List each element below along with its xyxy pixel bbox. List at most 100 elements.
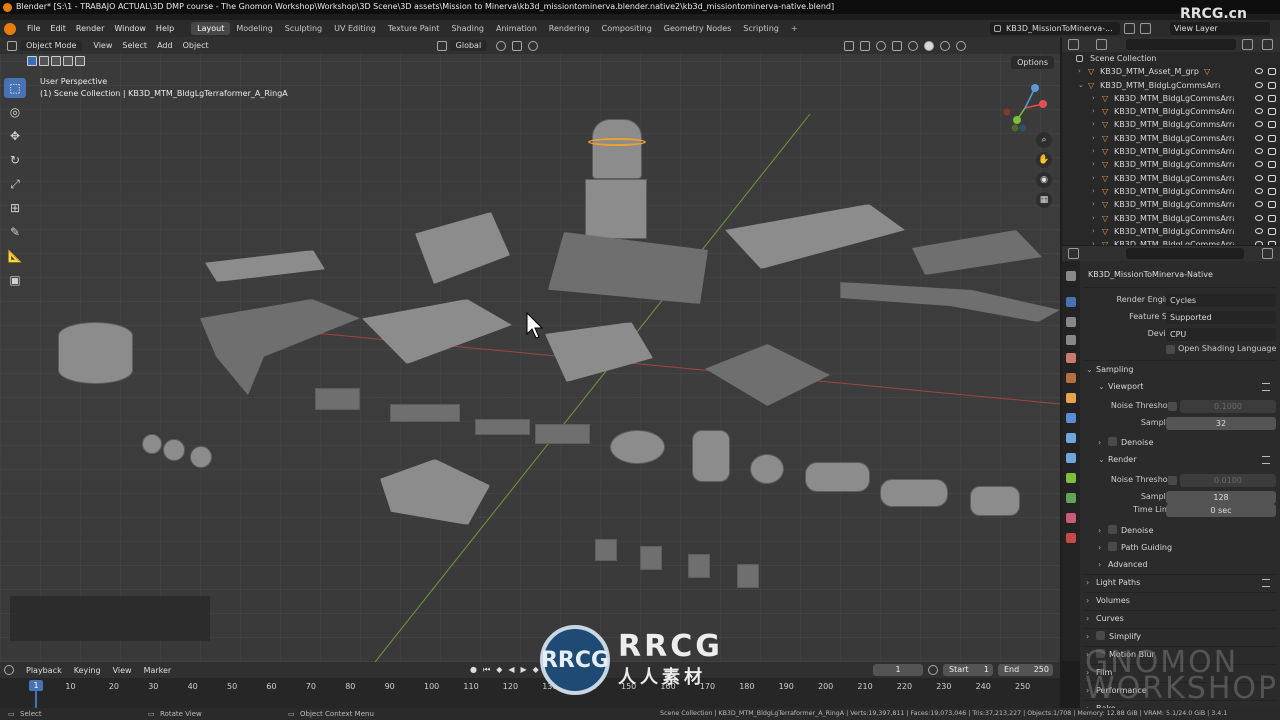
data-tab-icon[interactable] xyxy=(1066,493,1076,503)
panel-light-paths[interactable]: › Light Paths xyxy=(1086,575,1276,591)
crate-1[interactable] xyxy=(595,539,617,561)
device-dropdown[interactable]: CPU xyxy=(1166,327,1276,341)
visibility-eye-icon[interactable] xyxy=(1255,174,1263,181)
outliner-item[interactable]: ›▽ KB3D_MTM_BldgLgCommsArray_A xyxy=(1062,198,1280,211)
new-collection-icon[interactable] xyxy=(1262,39,1273,50)
camera-view-icon[interactable]: ◉ xyxy=(1036,172,1052,188)
visibility-eye-icon[interactable] xyxy=(1255,227,1263,234)
render-camera-icon[interactable] xyxy=(1268,241,1276,245)
expand-arrow-icon[interactable]: › xyxy=(1092,118,1099,128)
render-tab-icon[interactable] xyxy=(1066,297,1076,307)
scale-tool[interactable]: ⤢ xyxy=(4,174,26,194)
expand-arrow-icon[interactable]: › xyxy=(1092,238,1099,245)
expand-arrow-icon[interactable]: › xyxy=(1092,198,1099,208)
menu-window[interactable]: Window xyxy=(109,24,151,33)
delete-scene-icon[interactable] xyxy=(1140,23,1151,34)
visibility-eye-icon[interactable] xyxy=(1255,241,1263,245)
preview-range-icon[interactable] xyxy=(928,665,938,675)
outliner-item[interactable]: ›▽ KB3D_MTM_BldgLgCommsArray_A xyxy=(1062,172,1280,185)
panel-simplify[interactable]: › Simplify xyxy=(1086,629,1276,645)
render-camera-icon[interactable] xyxy=(1268,174,1276,182)
render-noise-checkbox[interactable] xyxy=(1168,475,1177,485)
blender-menu-icon[interactable] xyxy=(4,22,16,35)
render-denoise-checkbox[interactable] xyxy=(1108,525,1117,534)
overlays-icon[interactable] xyxy=(876,40,887,51)
play-icon[interactable]: ▶ xyxy=(521,665,527,675)
wireframe-shading-icon[interactable] xyxy=(908,40,919,51)
options-dropdown[interactable]: Options xyxy=(1011,56,1054,69)
solid-shading-icon[interactable] xyxy=(924,40,935,51)
menu-object[interactable]: Object xyxy=(178,41,214,50)
menu-marker[interactable]: Marker xyxy=(138,666,178,675)
render-camera-icon[interactable] xyxy=(1268,187,1276,195)
outliner-item[interactable]: ›▽ KB3D_MTM_BldgLgCommsArray_A xyxy=(1062,92,1280,105)
render-camera-icon[interactable] xyxy=(1268,108,1276,116)
simplify-checkbox[interactable] xyxy=(1096,631,1105,640)
tab-shading[interactable]: Shading xyxy=(445,22,490,35)
expand-arrow-icon[interactable]: › xyxy=(1078,65,1085,75)
expand-arrow-icon[interactable]: › xyxy=(1092,105,1099,115)
start-frame-field[interactable]: Start 1 xyxy=(943,664,993,676)
terraformer-base[interactable] xyxy=(585,179,647,239)
visibility-eye-icon[interactable] xyxy=(1255,134,1263,141)
timeline[interactable]: 1020304050607080901001101201301401501601… xyxy=(0,678,1060,708)
render-camera-icon[interactable] xyxy=(1268,161,1276,169)
visibility-eye-icon[interactable] xyxy=(1255,201,1263,208)
fuel-tank-3[interactable] xyxy=(970,486,1020,516)
filter-icon[interactable] xyxy=(1242,39,1253,50)
menu-view[interactable]: View xyxy=(88,41,117,50)
visibility-eye-icon[interactable] xyxy=(1255,108,1263,115)
panel-volumes[interactable]: › Volumes xyxy=(1086,593,1276,609)
outliner-item[interactable]: ›▽ KB3D_MTM_BldgLgCommsArray_A xyxy=(1062,118,1280,131)
tab-geometry-nodes[interactable]: Geometry Nodes xyxy=(658,22,737,35)
outliner-item[interactable]: ›▽ KB3D_MTM_BldgLgCommsArray_A xyxy=(1062,132,1280,145)
selection-mode-buttons[interactable] xyxy=(27,56,85,66)
current-frame-field[interactable]: 1 xyxy=(873,664,923,676)
expand-arrow-icon[interactable]: › xyxy=(1092,172,1099,182)
small-module-3[interactable] xyxy=(475,419,530,435)
zoom-icon[interactable]: ⌕ xyxy=(1036,132,1052,148)
record-icon[interactable]: ● xyxy=(470,665,477,675)
world-tab-icon[interactable] xyxy=(1066,373,1076,383)
capsule-tank[interactable] xyxy=(692,430,730,482)
material-tab-icon[interactable] xyxy=(1066,513,1076,523)
object-tab-icon[interactable] xyxy=(1066,393,1076,403)
menu-render[interactable]: Render xyxy=(71,24,109,33)
tab-texture-paint[interactable]: Texture Paint xyxy=(382,22,446,35)
fuel-tank-2[interactable] xyxy=(880,479,948,507)
jump-start-icon[interactable]: ⏮ xyxy=(483,665,490,675)
tab-layout[interactable]: Layout xyxy=(191,22,231,35)
menu-select[interactable]: Select xyxy=(117,41,152,50)
sphere-1[interactable] xyxy=(142,434,162,454)
menu-help[interactable]: Help xyxy=(151,24,179,33)
panel-render-denoise[interactable]: › Denoise xyxy=(1098,523,1280,539)
render-camera-icon[interactable] xyxy=(1268,68,1276,76)
select-intersect-icon[interactable] xyxy=(75,56,85,66)
scene-selector[interactable]: KB3D_MissionToMinerva-... xyxy=(990,22,1120,35)
current-frame-indicator[interactable]: 1 xyxy=(29,680,43,691)
menu-timeline-view[interactable]: View xyxy=(107,666,138,675)
panel-viewport-denoise[interactable]: › Denoise xyxy=(1098,435,1280,451)
round-pod[interactable] xyxy=(610,430,665,464)
expand-arrow-icon[interactable]: › xyxy=(1092,185,1099,195)
mode-dropdown[interactable]: Object Mode xyxy=(20,40,83,51)
outliner-root[interactable]: Scene Collection xyxy=(1062,52,1280,65)
rendered-shading-icon[interactable] xyxy=(956,40,967,51)
outliner-item[interactable]: ›▽ KB3D_MTM_BldgLgCommsArray_A xyxy=(1062,212,1280,225)
select-invert-icon[interactable] xyxy=(63,56,73,66)
outliner[interactable]: Scene Collection › ▽ KB3D_MTM_Asset_M_grp ▽… xyxy=(1062,52,1280,245)
add-workspace-icon[interactable]: + xyxy=(785,24,804,33)
3d-viewport[interactable]: User Perspective (1) Scene Collection | … xyxy=(0,54,1060,662)
tab-scripting[interactable]: Scripting xyxy=(737,22,785,35)
menu-add[interactable]: Add xyxy=(152,41,178,50)
tab-animation[interactable]: Animation xyxy=(490,22,543,35)
dome-pod[interactable] xyxy=(750,454,784,484)
properties-editor-icon[interactable] xyxy=(1068,248,1079,259)
silo-cylinder[interactable] xyxy=(58,322,133,384)
tool-tab-icon[interactable] xyxy=(1066,271,1076,281)
snap-icon[interactable] xyxy=(512,40,523,51)
outliner-item[interactable]: ›▽ KB3D_MTM_BldgLgCommsArray_A xyxy=(1062,145,1280,158)
small-module-1[interactable] xyxy=(315,388,360,410)
outliner-item[interactable]: ⌄▽ KB3D_MTM_BldgLgCommsArray_A_grp xyxy=(1062,79,1280,92)
prev-keyframe-icon[interactable]: ◆ xyxy=(496,665,502,675)
